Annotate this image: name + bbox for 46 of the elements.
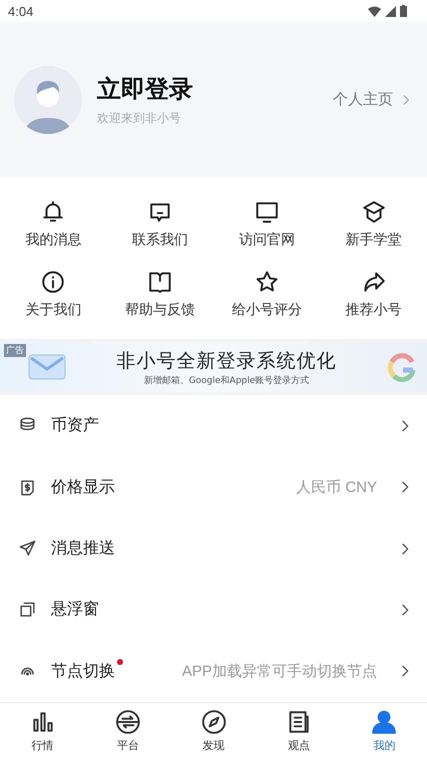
shortcut-item[interactable]: 给小号评分 bbox=[214, 269, 320, 319]
menu-row[interactable]: 悬浮窗 bbox=[0, 579, 427, 641]
nav-tab[interactable]: 行情 bbox=[0, 703, 86, 759]
profile-link[interactable]: 个人主页 bbox=[333, 90, 413, 109]
shortcut-item[interactable]: 推荐小号 bbox=[320, 269, 427, 319]
banner-subtitle: 新增邮箱、Google和Apple账号登录方式 bbox=[144, 374, 310, 386]
dollar-tag-icon bbox=[18, 478, 37, 497]
status-time: 4:04 bbox=[8, 4, 34, 18]
menu-label: 币资产 bbox=[51, 415, 99, 436]
shortcut-item[interactable]: 联系我们 bbox=[106, 199, 214, 249]
ad-tag: 广告 bbox=[4, 344, 26, 357]
colored-ring-icon bbox=[387, 352, 417, 382]
menu-row[interactable]: 价格显示 人民币 CNY bbox=[0, 456, 427, 518]
shortcut-item[interactable]: 我的消息 bbox=[0, 199, 107, 249]
send-icon bbox=[18, 539, 37, 558]
menu-label: 价格显示 bbox=[51, 476, 115, 498]
nav-tab[interactable]: 我的 bbox=[342, 703, 427, 759]
menu-label: 悬浮窗 bbox=[51, 599, 99, 620]
person-icon bbox=[371, 709, 398, 735]
compass-icon bbox=[200, 709, 227, 735]
menu-label: 节点切换 bbox=[51, 660, 115, 682]
welcome-text: 欢迎来到非小号 bbox=[97, 110, 182, 126]
ad-banner[interactable]: 广告 非小号全新登录系统优化 新增邮箱、Google和Apple账号登录方式 bbox=[0, 339, 427, 395]
cell-signal-icon bbox=[385, 6, 396, 16]
banner-title: 非小号全新登录系统优化 bbox=[116, 348, 336, 374]
menu-value: 人民币 CNY bbox=[296, 478, 377, 497]
graduation-cap-icon bbox=[360, 199, 387, 225]
login-title[interactable]: 立即登录 bbox=[97, 72, 318, 104]
info-icon bbox=[40, 269, 66, 295]
envelope-icon bbox=[28, 354, 66, 380]
exchange-circle-icon bbox=[115, 709, 142, 735]
shortcut-item[interactable]: 访问官网 bbox=[214, 199, 320, 249]
shortcut-item[interactable]: 帮助与反馈 bbox=[106, 269, 214, 319]
menu-value: APP加载异常可手动切换节点 bbox=[182, 662, 377, 681]
menu-label: 消息推送 bbox=[51, 538, 115, 560]
window-icon bbox=[18, 600, 37, 620]
shortcut-item[interactable]: 关于我们 bbox=[0, 269, 107, 319]
menu-row[interactable]: 节点切换 APP加载异常可手动切换节点 bbox=[0, 640, 427, 702]
menu-row[interactable]: 币资产 bbox=[0, 395, 427, 456]
shortcut-item[interactable]: 新手学堂 bbox=[320, 199, 427, 249]
wifi-icon bbox=[368, 6, 381, 16]
nav-tab[interactable]: 发现 bbox=[170, 703, 256, 759]
nav-tab[interactable]: 观点 bbox=[256, 703, 342, 759]
battery-icon bbox=[400, 5, 407, 17]
nav-tab[interactable]: 平台 bbox=[85, 703, 171, 759]
menu-row[interactable]: 消息推送 bbox=[0, 518, 427, 580]
